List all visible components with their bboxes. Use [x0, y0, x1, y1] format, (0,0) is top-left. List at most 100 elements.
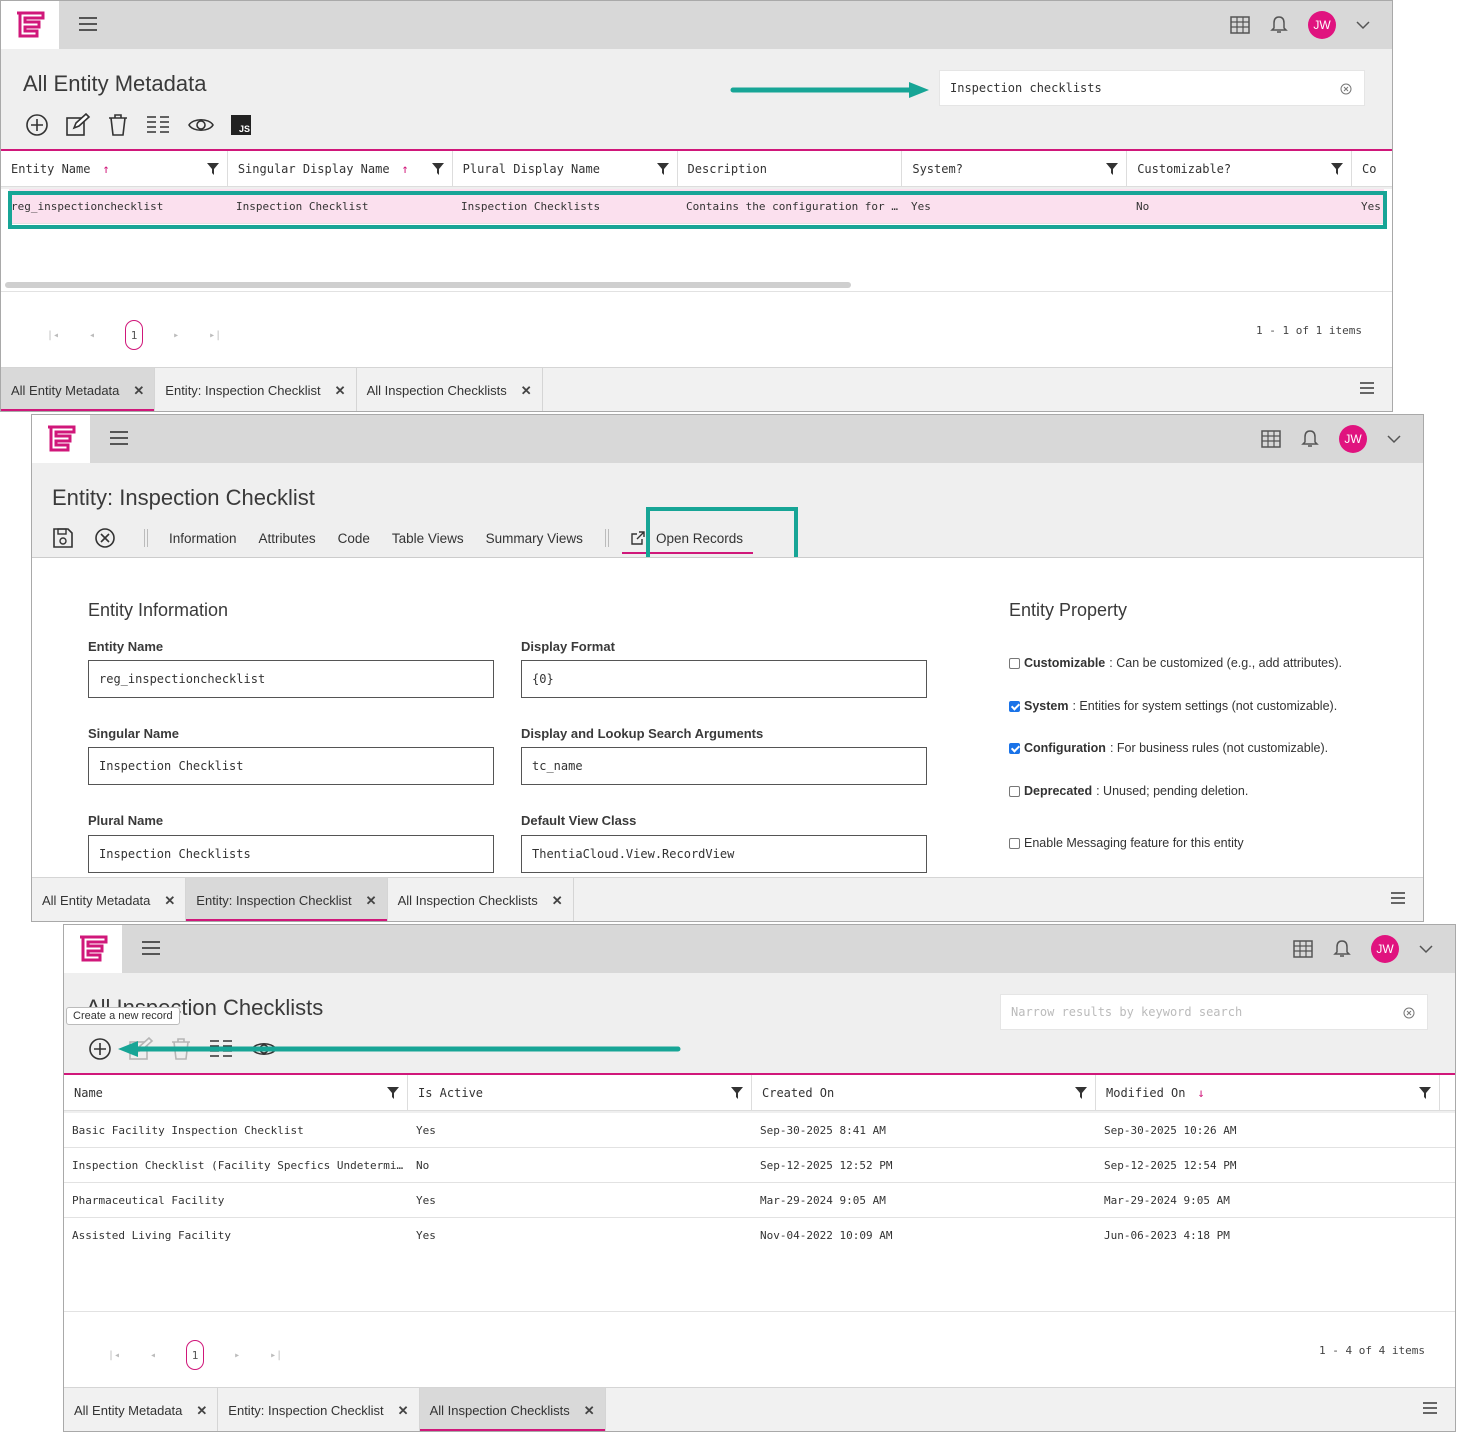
column-header[interactable]: Customizable?: [1127, 151, 1353, 186]
singular-name-field[interactable]: Inspection Checklist: [88, 747, 494, 785]
columns-icon[interactable]: [145, 114, 171, 136]
filter-icon[interactable]: [206, 163, 219, 175]
tab-menu-icon[interactable]: [1423, 1402, 1437, 1417]
table-row[interactable]: Pharmaceutical Facility Yes Mar-29-2024 9:…: [64, 1183, 1455, 1218]
chevron-down-icon[interactable]: [1419, 944, 1433, 954]
filter-icon[interactable]: [387, 1087, 399, 1099]
prev-page-icon[interactable]: ◂: [89, 330, 95, 341]
configuration-checkbox-row[interactable]: Configuration: For business rules (not c…: [1009, 741, 1328, 755]
checkbox[interactable]: [1009, 700, 1020, 712]
last-page-icon[interactable]: ▸|: [209, 330, 221, 341]
entity-name-field[interactable]: reg_inspectionchecklist: [88, 660, 494, 698]
tab-all-entity-metadata[interactable]: All Entity Metadata ✕: [1, 368, 156, 411]
avatar[interactable]: JW: [1371, 935, 1399, 963]
messaging-checkbox-row[interactable]: Enable Messaging feature for this entity: [1009, 836, 1244, 850]
filter-icon[interactable]: [1106, 163, 1119, 175]
clear-icon[interactable]: [1340, 83, 1352, 95]
cancel-icon[interactable]: [94, 527, 116, 549]
app-logo[interactable]: [1, 1, 59, 49]
close-icon[interactable]: ✕: [398, 1403, 409, 1419]
table-row[interactable]: Assisted Living Facility Yes Nov-04-2022 1…: [64, 1218, 1455, 1253]
close-icon[interactable]: ✕: [335, 383, 346, 399]
close-icon[interactable]: ✕: [366, 893, 377, 909]
search-input[interactable]: Narrow results by keyword search: [1000, 994, 1428, 1030]
tab-all-entity-metadata[interactable]: All Entity Metadata ✕: [32, 878, 187, 921]
column-header[interactable]: Created On: [752, 1075, 1096, 1110]
checkbox[interactable]: [1009, 742, 1020, 754]
first-page-icon[interactable]: |◂: [108, 1350, 120, 1361]
page-number[interactable]: 1: [125, 320, 144, 350]
clear-icon[interactable]: [1403, 1007, 1415, 1019]
table-row[interactable]: Basic Facility Inspection Checklist Yes Se…: [64, 1113, 1455, 1148]
add-icon[interactable]: [88, 1037, 112, 1061]
save-icon[interactable]: [52, 527, 74, 549]
tab-menu-icon[interactable]: [1391, 892, 1405, 907]
system-checkbox-row[interactable]: System: Entities for system settings (no…: [1009, 699, 1337, 713]
close-icon[interactable]: ✕: [133, 383, 144, 399]
grid-icon[interactable]: [1293, 940, 1313, 958]
next-page-icon[interactable]: ▸: [234, 1350, 240, 1361]
avatar[interactable]: JW: [1339, 425, 1367, 453]
grid-icon[interactable]: [1261, 430, 1281, 448]
column-header[interactable]: Singular Display Name ↑: [228, 151, 453, 186]
tab-all-inspection-checklists[interactable]: All Inspection Checklists ✕: [357, 368, 543, 411]
close-icon[interactable]: ✕: [584, 1403, 595, 1419]
close-icon[interactable]: ✕: [521, 383, 532, 399]
column-header[interactable]: System?: [902, 151, 1128, 186]
close-icon[interactable]: ✕: [196, 1403, 207, 1419]
filter-icon[interactable]: [1419, 1087, 1431, 1099]
page-number[interactable]: 1: [186, 1340, 205, 1370]
app-logo[interactable]: [32, 415, 90, 463]
chevron-down-icon[interactable]: [1387, 434, 1401, 444]
tab-all-inspection-checklists[interactable]: All Inspection Checklists ✕: [419, 1388, 606, 1431]
tab-entity-inspection-checklist[interactable]: Entity: Inspection Checklist ✕: [155, 368, 357, 411]
search-arguments-field[interactable]: tc_name: [521, 747, 927, 785]
filter-icon[interactable]: [431, 163, 444, 175]
tab-entity-inspection-checklist[interactable]: Entity: Inspection Checklist ✕: [186, 878, 388, 921]
avatar[interactable]: JW: [1308, 11, 1336, 39]
column-header[interactable]: Co: [1352, 151, 1392, 186]
menu-icon[interactable]: [110, 431, 128, 447]
column-header[interactable]: Entity Name ↑: [1, 151, 228, 186]
checkbox[interactable]: [1009, 657, 1020, 669]
tab-table-views[interactable]: Table Views: [392, 531, 464, 546]
bell-icon[interactable]: [1270, 15, 1288, 35]
deprecated-checkbox-row[interactable]: Deprecated: Unused; pending deletion.: [1009, 784, 1248, 798]
menu-icon[interactable]: [79, 17, 97, 33]
display-format-field[interactable]: {0}: [521, 660, 927, 698]
tab-all-entity-metadata[interactable]: All Entity Metadata ✕: [64, 1388, 219, 1431]
column-header[interactable]: Modified On ↓: [1096, 1075, 1440, 1110]
search-input[interactable]: Inspection checklists: [939, 70, 1365, 106]
tab-attributes[interactable]: Attributes: [259, 531, 316, 546]
column-header[interactable]: Name: [64, 1075, 408, 1110]
filter-icon[interactable]: [731, 1087, 743, 1099]
last-page-icon[interactable]: ▸|: [270, 1350, 282, 1361]
delete-icon[interactable]: [107, 113, 129, 137]
filter-icon[interactable]: [1075, 1087, 1087, 1099]
menu-icon[interactable]: [142, 941, 160, 957]
bell-icon[interactable]: [1301, 429, 1319, 449]
close-icon[interactable]: ✕: [164, 893, 175, 909]
tab-all-inspection-checklists[interactable]: All Inspection Checklists ✕: [388, 878, 574, 921]
plural-name-field[interactable]: Inspection Checklists: [88, 835, 494, 873]
default-view-class-field[interactable]: ThentiaCloud.View.RecordView: [521, 835, 927, 873]
tab-entity-inspection-checklist[interactable]: Entity: Inspection Checklist ✕: [218, 1388, 420, 1431]
filter-icon[interactable]: [656, 163, 669, 175]
chevron-down-icon[interactable]: [1356, 20, 1370, 30]
next-page-icon[interactable]: ▸: [173, 330, 179, 341]
view-icon[interactable]: [187, 114, 215, 136]
horizontal-scrollbar[interactable]: [5, 282, 851, 288]
tab-menu-icon[interactable]: [1360, 382, 1374, 397]
tab-summary-views[interactable]: Summary Views: [486, 531, 583, 546]
app-logo[interactable]: [64, 925, 122, 973]
column-header[interactable]: Description: [678, 151, 903, 186]
prev-page-icon[interactable]: ◂: [150, 1350, 156, 1361]
js-icon[interactable]: JS: [231, 115, 251, 135]
column-header[interactable]: Plural Display Name: [453, 151, 678, 186]
add-icon[interactable]: [25, 113, 49, 137]
filter-icon[interactable]: [1331, 163, 1344, 175]
tab-code[interactable]: Code: [338, 531, 370, 546]
bell-icon[interactable]: [1333, 939, 1351, 959]
table-row[interactable]: Inspection Checklist (Facility Specfics …: [64, 1148, 1455, 1183]
edit-icon[interactable]: [65, 113, 91, 137]
